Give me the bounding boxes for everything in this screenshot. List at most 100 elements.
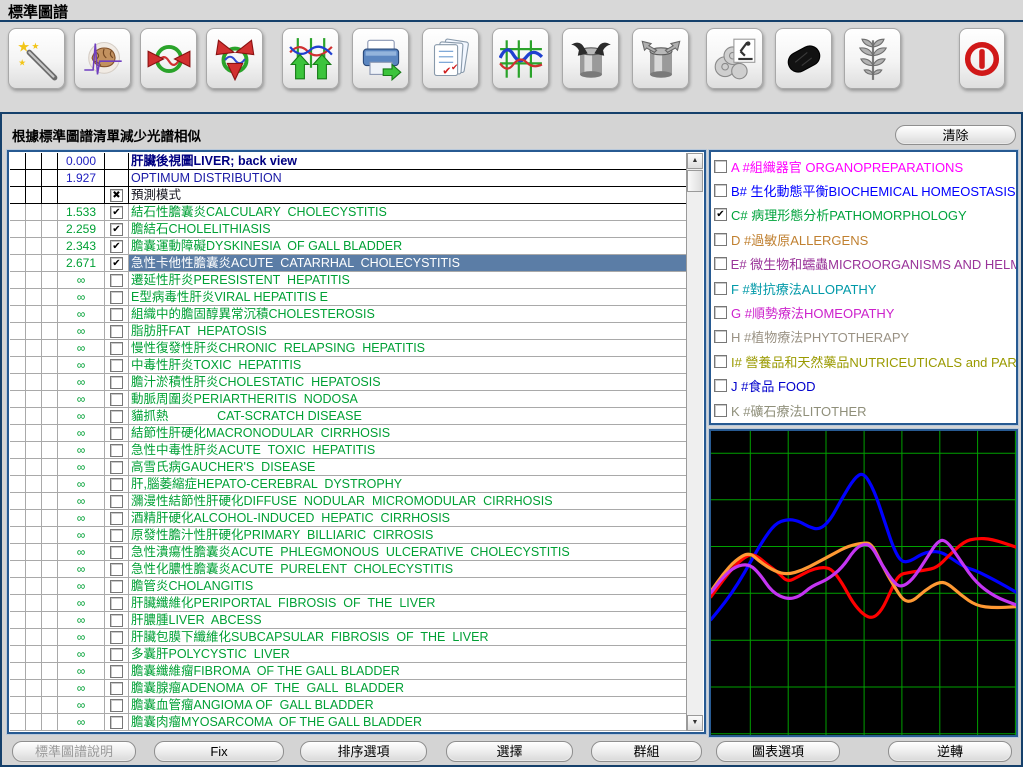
category-checkbox[interactable] <box>714 160 727 173</box>
row-checkbox[interactable] <box>110 444 123 457</box>
list-row[interactable]: 2.343✔膽囊運動障礙DYSKINESIA OF GALL BLADDER <box>10 238 686 255</box>
list-row[interactable]: ∞膽囊腺瘤ADENOMA OF THE GALL BLADDER <box>10 680 686 697</box>
row-checkbox[interactable] <box>110 665 123 678</box>
list-row[interactable]: ∞肝臟包膜下纖維化SUBCAPSULAR FIBROSIS OF THE LIV… <box>10 629 686 646</box>
category-row[interactable]: F #對抗療法ALLOPATHY <box>714 276 1016 300</box>
list-row[interactable]: ∞中毒性肝炎TOXIC HEPATITIS <box>10 357 686 374</box>
category-row[interactable]: J #食品 FOOD <box>714 374 1016 398</box>
row-checkbox[interactable] <box>110 376 123 389</box>
row-checkbox[interactable] <box>110 461 123 474</box>
row-checkbox[interactable] <box>110 325 123 338</box>
brain-button[interactable] <box>74 28 131 89</box>
row-checkbox[interactable] <box>110 546 123 559</box>
category-row[interactable]: I# 營養品和天然藥品NUTRICEUTICALS and PAR <box>714 349 1016 373</box>
list-row[interactable]: ∞E型病毒性肝炎VIRAL HEPATITIS E <box>10 289 686 306</box>
plant-button[interactable] <box>844 28 901 89</box>
category-row[interactable]: B# 生化動態平衡BIOCHEMICAL HOMEOSTASIS <box>714 178 1016 202</box>
category-checkbox[interactable] <box>714 330 727 343</box>
list-row[interactable]: ∞遷延性肝炎PERESISTENT HEPATITIS <box>10 272 686 289</box>
row-checkbox[interactable] <box>110 699 123 712</box>
scroll-up-icon[interactable]: ▲ <box>687 153 703 169</box>
row-checkbox[interactable] <box>110 342 123 355</box>
list-row[interactable]: ∞急性中毒性肝炎ACUTE TOXIC HEPATITIS <box>10 442 686 459</box>
row-checkbox[interactable] <box>110 427 123 440</box>
footer-button-2[interactable]: Fix <box>154 741 284 762</box>
list-row[interactable]: ∞組織中的膽固醇異常沉積CHOLESTEROSIS <box>10 306 686 323</box>
list-row[interactable]: ∞膽汁淤積性肝炎CHOLESTATIC HEPATOSIS <box>10 374 686 391</box>
list-row[interactable]: 2.671✔急性卡他性膽囊炎ACUTE CATARRHAL CHOLECYSTI… <box>10 255 686 272</box>
row-checkbox[interactable] <box>110 308 123 321</box>
category-row[interactable]: E# 微生物和蠕蟲MICROORGANISMS AND HELMI <box>714 252 1016 276</box>
list-row[interactable]: ∞肝,腦萎縮症HEPATO-CEREBRAL DYSTROPHY <box>10 476 686 493</box>
footer-button-5[interactable]: 群組 <box>591 741 702 762</box>
row-checkbox[interactable]: ✔ <box>110 240 123 253</box>
list-row[interactable]: ∞貓抓熱 CAT-SCRATCH DISEASE <box>10 408 686 425</box>
chart-options-button[interactable]: 圖表選項 <box>716 741 840 762</box>
list-row[interactable]: ∞酒精肝硬化ALCOHOL-INDUCED HEPATIC CIRRHOSIS <box>10 510 686 527</box>
list-row[interactable]: ∞膽囊纖維瘤FIBROMA OF THE GALL BLADDER <box>10 663 686 680</box>
list-row[interactable]: 2.259✔膽結石CHOLELITHIASIS <box>10 221 686 238</box>
footer-button-3[interactable]: 排序選項 <box>300 741 427 762</box>
container-arrows-out-button[interactable] <box>632 28 689 89</box>
category-row[interactable]: ✔C# 病理形態分析PATHOMORPHOLOGY <box>714 203 1016 227</box>
category-checkbox[interactable] <box>714 257 727 270</box>
list-row[interactable]: ∞脂肪肝FAT HEPATOSIS <box>10 323 686 340</box>
list-row[interactable]: 1.927OPTIMUM DISTRIBUTION <box>10 170 686 187</box>
row-checkbox[interactable] <box>110 580 123 593</box>
row-checkbox[interactable] <box>110 631 123 644</box>
list-row[interactable]: ∞急性潰瘍性膽囊炎ACUTE PHLEGMONOUS ULCERATIVE CH… <box>10 544 686 561</box>
list-row[interactable]: 1.533✔結石性膽囊炎CALCULARY CHOLECYSTITIS <box>10 204 686 221</box>
list-row[interactable]: ∞膽囊血管瘤ANGIOMA OF GALL BLADDER <box>10 697 686 714</box>
list-row[interactable]: ∞肝臟纖維化PERIPORTAL FIBROSIS OF THE LIVER <box>10 595 686 612</box>
footer-button-4[interactable]: 選擇 <box>446 741 573 762</box>
category-row[interactable]: G #順勢療法HOMEOPATHY <box>714 300 1016 324</box>
list-row[interactable]: ∞膽囊肉瘤MYOSARCOMA OF THE GALL BLADDER <box>10 714 686 731</box>
row-checkbox[interactable] <box>110 648 123 661</box>
category-row[interactable]: A #組織器官 ORGANOPREPARATIONS <box>714 154 1016 178</box>
chart-green-arrows-button[interactable] <box>282 28 339 89</box>
category-checkbox[interactable]: ✔ <box>714 208 727 221</box>
category-row[interactable]: K #礦石療法LITOTHER <box>714 398 1016 422</box>
list-scrollbar[interactable]: ▲ ▼ <box>686 153 703 731</box>
list-row[interactable]: ∞膽管炎CHOLANGITIS <box>10 578 686 595</box>
list-row[interactable]: ∞動脈周圍炎PERIARTHERITIS NODOSA <box>10 391 686 408</box>
list-row[interactable]: ∞急性化膿性膽囊炎ACUTE PURELENT CHOLECYSTITIS <box>10 561 686 578</box>
footer-button-1[interactable]: 標準圖譜說明 <box>12 741 136 762</box>
row-checkbox[interactable] <box>110 529 123 542</box>
chart-lines-button[interactable] <box>492 28 549 89</box>
row-checkbox[interactable]: ✔ <box>110 257 123 270</box>
row-checkbox[interactable]: ✖ <box>110 189 123 202</box>
category-checkbox[interactable] <box>714 306 727 319</box>
category-checkbox[interactable] <box>714 355 727 368</box>
category-checkbox[interactable] <box>714 184 727 197</box>
invert-button[interactable]: 逆轉 <box>888 741 1012 762</box>
row-checkbox[interactable] <box>110 359 123 372</box>
ring-arrows-in-button[interactable] <box>140 28 197 89</box>
list-row[interactable]: ∞瀰漫性結節性肝硬化DIFFUSE NODULAR MICROMODULAR C… <box>10 493 686 510</box>
list-row[interactable]: ∞慢性復發性肝炎CHRONIC RELAPSING HEPATITIS <box>10 340 686 357</box>
row-checkbox[interactable]: ✔ <box>110 223 123 236</box>
magic-wand-button[interactable]: ★★★ <box>8 28 65 89</box>
category-row[interactable]: H #植物療法PHYTOTHERAPY <box>714 325 1016 349</box>
scroll-thumb[interactable] <box>687 170 703 192</box>
row-checkbox[interactable] <box>110 716 123 729</box>
black-stone-button[interactable] <box>775 28 832 89</box>
row-checkbox[interactable] <box>110 393 123 406</box>
list-row[interactable]: ∞結節性肝硬化MACRONODULAR CIRRHOSIS <box>10 425 686 442</box>
record-cards-button[interactable]: ✔✔ <box>422 28 479 89</box>
ring-arrows-tri-button[interactable] <box>206 28 263 89</box>
list-row[interactable]: ✖預測模式 <box>10 187 686 204</box>
exit-button[interactable] <box>959 28 1005 89</box>
clear-button[interactable]: 清除 <box>895 125 1016 145</box>
container-arrows-in-button[interactable] <box>562 28 619 89</box>
row-checkbox[interactable] <box>110 274 123 287</box>
category-checkbox[interactable] <box>714 233 727 246</box>
row-checkbox[interactable] <box>110 682 123 695</box>
row-checkbox[interactable] <box>110 410 123 423</box>
list-row[interactable]: ∞原發性膽汁性肝硬化PRIMARY BILLIARIC CIRROSIS <box>10 527 686 544</box>
list-row[interactable]: ∞高雪氏病GAUCHER'S DISEASE <box>10 459 686 476</box>
row-checkbox[interactable]: ✔ <box>110 206 123 219</box>
scroll-down-icon[interactable]: ▼ <box>687 715 703 731</box>
printer-button[interactable] <box>352 28 409 89</box>
row-checkbox[interactable] <box>110 597 123 610</box>
